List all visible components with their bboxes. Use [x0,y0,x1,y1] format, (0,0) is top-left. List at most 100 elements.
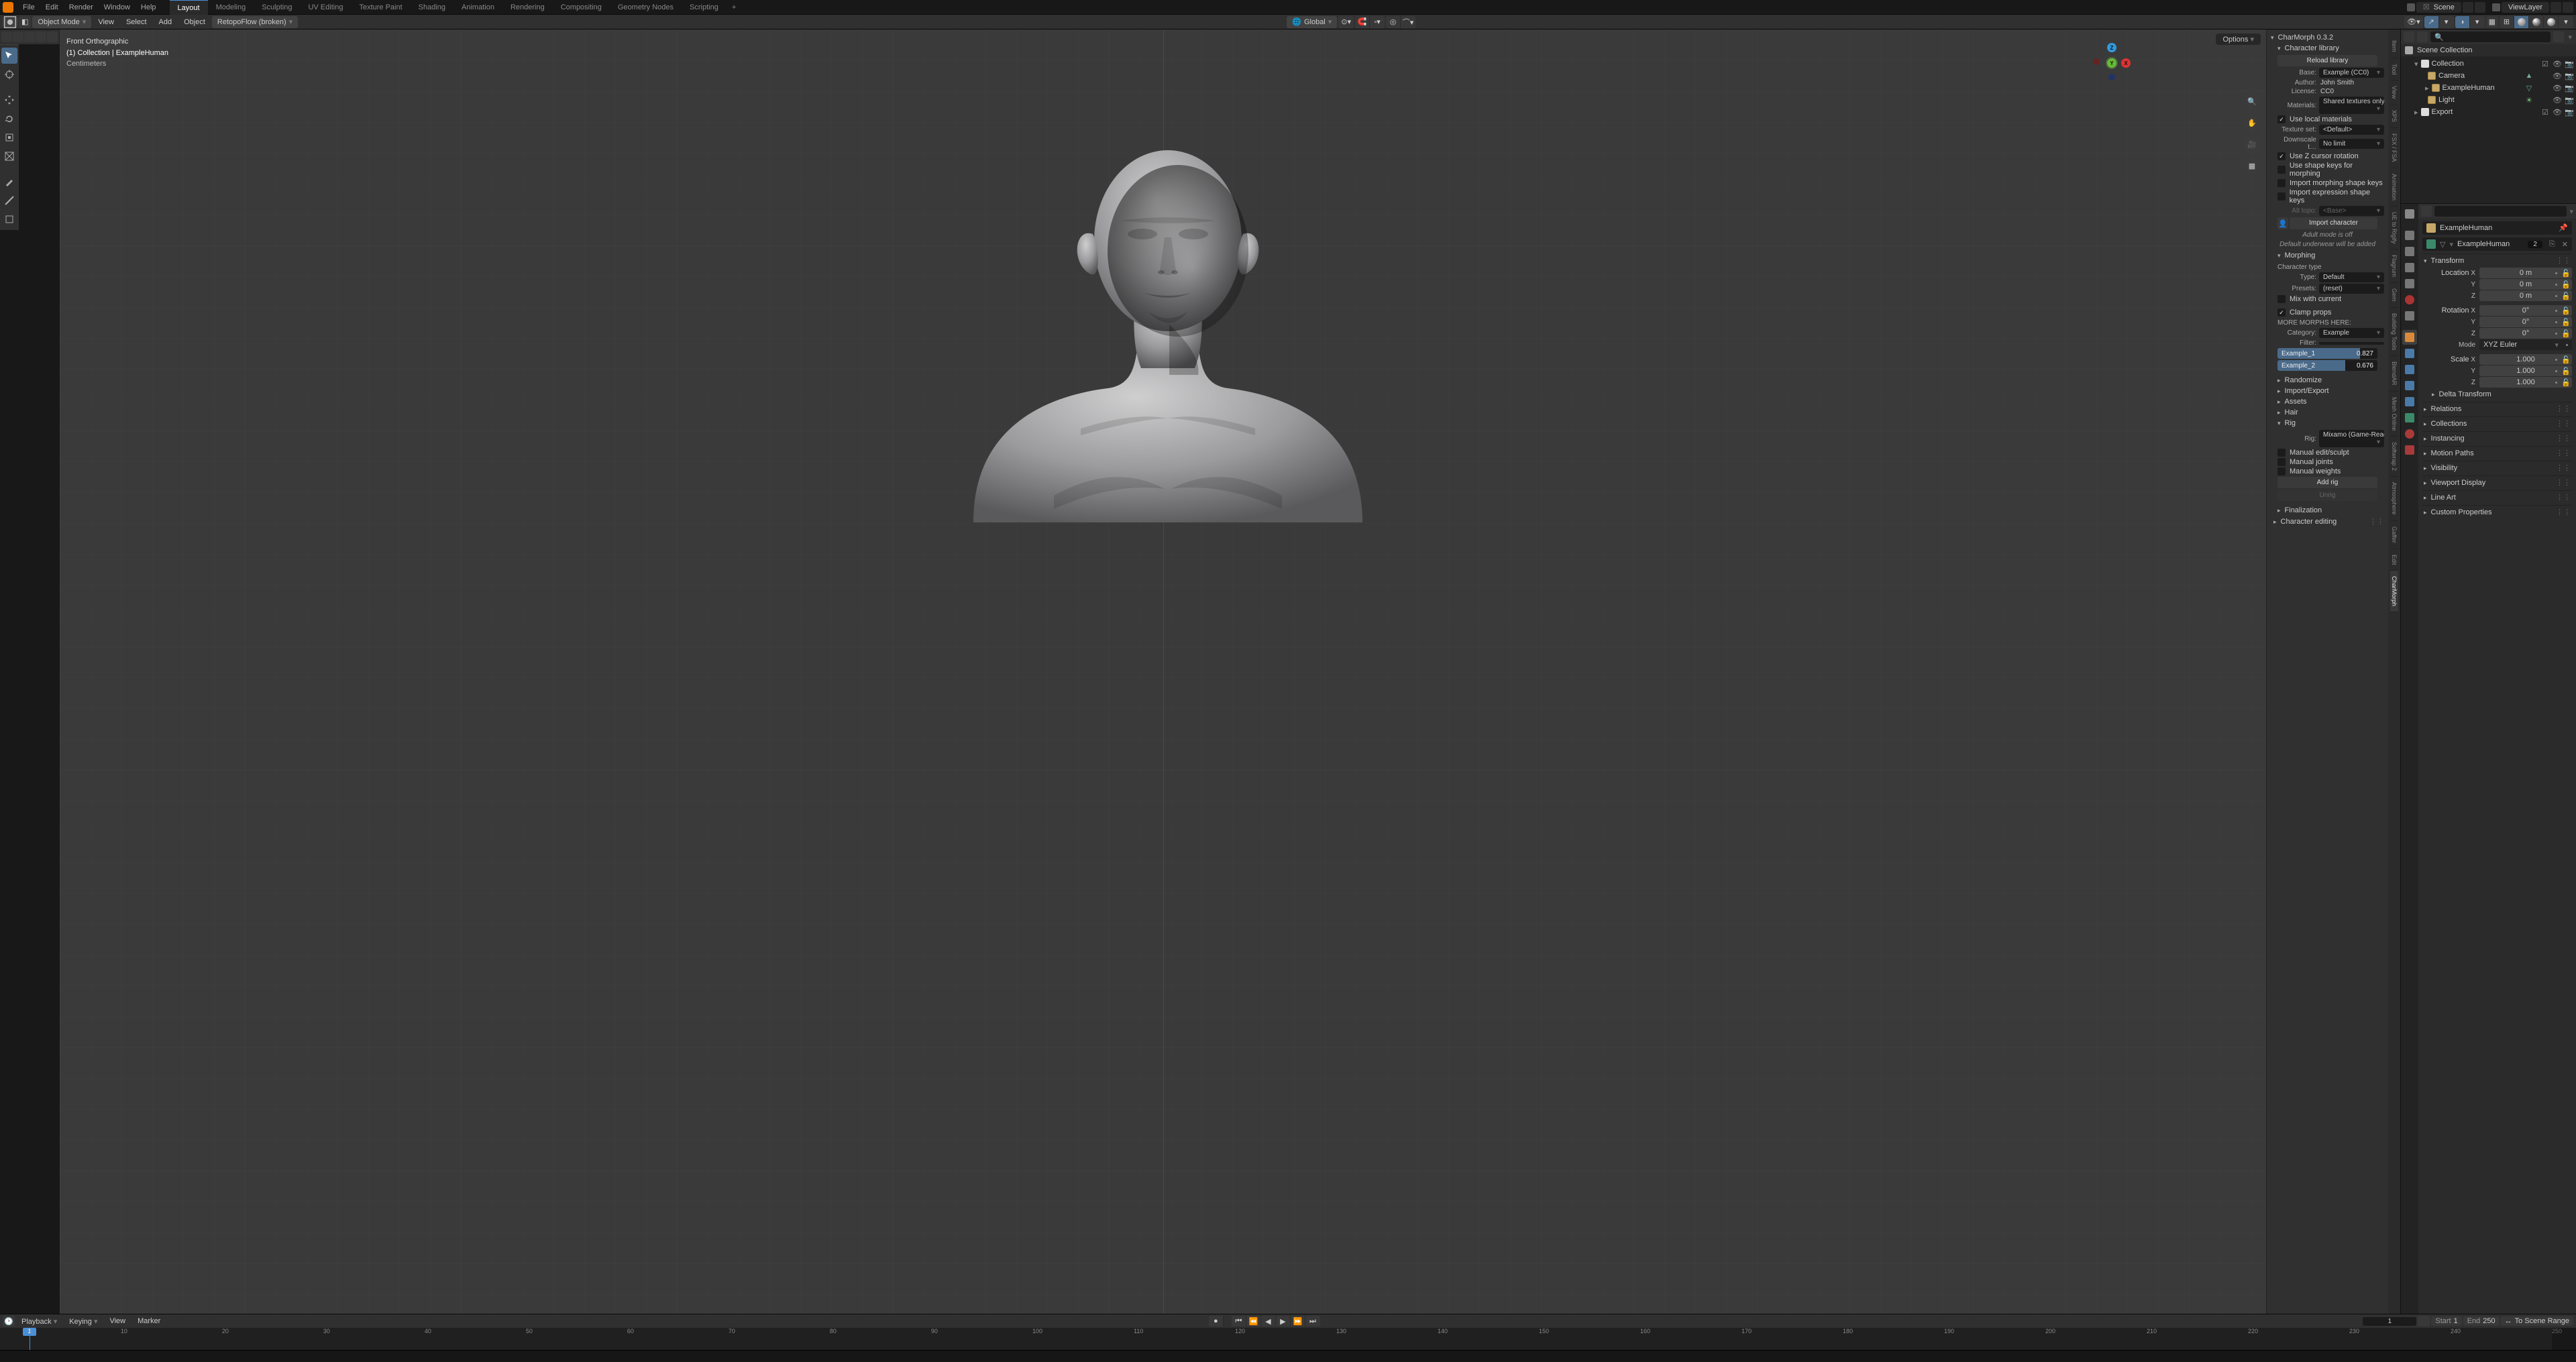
viewport-display-section[interactable]: Viewport Display⋮⋮ [2422,476,2572,489]
collections-section[interactable]: Collections⋮⋮ [2422,417,2572,430]
prop-tab-scene[interactable] [2402,276,2417,291]
prop-tab-data[interactable] [2402,410,2417,425]
object-breadcrumb[interactable]: ExampleHuman📌 [2422,221,2572,235]
annotate-tool[interactable] [1,174,17,190]
prop-tab-particles[interactable] [2402,362,2417,377]
timeline-playback-menu[interactable]: Playback ▾ [16,1317,62,1326]
viewport-options-dropdown[interactable]: Options ▾ [2216,34,2261,45]
custom-properties-section[interactable]: Custom Properties⋮⋮ [2422,506,2572,518]
use-local-materials-check[interactable]: Use local materials [2277,115,2384,123]
charmorph-title[interactable]: CharMorph 0.3.2 [2271,32,2384,43]
loc-x-field[interactable]: 0 m🔓 [2479,268,2572,278]
scale-x-field[interactable]: 1.000🔓 [2479,354,2572,365]
props-search[interactable] [2434,206,2567,217]
prop-tab-texture[interactable] [2402,443,2417,457]
outliner-filter-button[interactable] [2553,32,2564,42]
outliner-search[interactable]: 🔍 [2430,32,2551,42]
presets-dropdown[interactable]: (reset) [2319,284,2384,294]
prop-tab-object[interactable] [2402,330,2417,345]
menu-file[interactable]: File [17,0,40,15]
assets-section[interactable]: Assets [2271,396,2384,407]
rotation-mode-dropdown[interactable]: XYZ Euler▾ [2479,339,2572,350]
outliner-editor-type[interactable] [2404,32,2414,42]
to-scene-range-button[interactable]: ↔To Scene Range [2501,1316,2573,1326]
workspace-geonodes[interactable]: Geometry Nodes [610,0,682,15]
select-menu[interactable]: Select [121,18,152,26]
shading-options[interactable]: ▾ [2559,16,2573,28]
visibility-filter[interactable]: 👁▾ [2404,16,2423,28]
view-menu[interactable]: View [93,18,119,26]
shading-solid-icon[interactable] [2514,16,2529,28]
pin-icon[interactable]: 📌 [2559,223,2568,233]
manual-weights-check[interactable]: Manual weights [2277,467,2384,475]
use-preview-range-toggle[interactable] [2418,1316,2430,1326]
tab-animation[interactable]: Animation [2390,168,2398,207]
shading-matprev-icon[interactable] [2529,16,2544,28]
transform-orientation[interactable]: 🌐Global▾ [1287,16,1337,28]
prop-tab-physics[interactable] [2402,378,2417,393]
hair-section[interactable]: Hair [2271,407,2384,418]
base-dropdown[interactable]: Example (CC0) [2319,68,2384,78]
visibility-section[interactable]: Visibility⋮⋮ [2422,461,2572,474]
morph-slider-1[interactable]: Example_10.827 [2277,348,2377,359]
axis-neg-x-icon[interactable] [2093,58,2100,65]
timeline-view-menu[interactable]: View [104,1317,131,1325]
select-box-tool[interactable] [1,48,17,64]
shading-modes[interactable]: ⊞ ▾ [2500,16,2573,28]
finalization-section[interactable]: Finalization [2271,505,2384,516]
scene-collection-row[interactable]: Scene Collection [2401,44,2576,56]
loc-y-field[interactable]: 0 m🔓 [2479,279,2572,290]
measure-tool[interactable] [1,192,17,209]
jump-first-button[interactable]: ⏮ [1232,1316,1246,1326]
prop-tab-world[interactable] [2402,292,2417,307]
jump-prev-key-button[interactable]: ⏪ [1246,1316,1261,1326]
prop-tab-material[interactable] [2402,427,2417,441]
end-frame-field[interactable]: End250 [2463,1316,2500,1326]
tab-view[interactable]: View [2390,80,2398,105]
outliner-light-row[interactable]: Light☀👁📷 [2404,94,2573,106]
jump-last-button[interactable]: ⏭ [1305,1316,1320,1326]
use-shapekeys-check[interactable]: Use shape keys for morphing [2277,162,2384,178]
transform-tool[interactable] [1,148,17,164]
outliner-examplehuman-row[interactable]: ▸ExampleHuman▽👁📷 [2404,82,2573,94]
move-tool[interactable] [1,92,17,108]
add-rig-button[interactable]: Add rig [2277,477,2377,488]
shading-rendered-icon[interactable] [2544,16,2559,28]
rig-dropdown[interactable]: Mixamo (Game-Ready) [2319,430,2384,447]
prop-tab-modifier[interactable] [2402,346,2417,361]
pan-icon[interactable]: ✋ [2243,114,2261,131]
workspace-compositing[interactable]: Compositing [553,0,610,15]
scale-y-field[interactable]: 1.000🔓 [2479,365,2572,376]
zoom-icon[interactable]: 🔍 [2243,93,2261,110]
workspace-shading[interactable]: Shading [411,0,453,15]
workspace-scripting[interactable]: Scripting [682,0,727,15]
workspace-layout[interactable]: Layout [170,0,208,15]
viewlayer-browse-icon[interactable] [2492,3,2500,11]
prop-tab-render[interactable] [2402,228,2417,243]
prop-tab-constraints[interactable] [2402,394,2417,409]
nav-gizmo[interactable]: Z Y X [2092,43,2132,83]
manual-edit-check[interactable]: Manual edit/sculpt [2277,449,2384,457]
add-cube-tool[interactable] [1,211,17,227]
rot-x-field[interactable]: 0°🔓 [2479,305,2572,316]
instancing-section[interactable]: Instancing⋮⋮ [2422,432,2572,445]
props-editor-type[interactable] [2421,206,2432,217]
mesh-unlink-icon[interactable]: ✕ [2562,240,2568,249]
loc-z-field[interactable]: 0 m🔓 [2479,290,2572,301]
relations-section[interactable]: Relations⋮⋮ [2422,402,2572,415]
play-button[interactable]: ▶ [1276,1316,1291,1326]
auto-keying-toggle[interactable]: ● [1209,1316,1224,1326]
show-gizmo[interactable]: ↗▾ [2424,16,2454,28]
mesh-new-icon[interactable]: ⎘ [2546,240,2558,249]
retopoflow-dropdown[interactable]: RetopoFlow (broken)▾ [212,16,298,28]
current-frame-field[interactable]: 1 [2363,1317,2416,1326]
tab-charmorph[interactable]: CharMorph [2390,571,2398,612]
cursor-tool[interactable] [1,66,17,82]
import-export-section[interactable]: Import/Export [2271,386,2384,396]
selmode-1[interactable] [1,32,12,42]
object-mode-dropdown[interactable]: Object Mode▾ [32,16,91,28]
menu-window[interactable]: Window [99,0,136,15]
viewlayer-selector[interactable]: ViewLayer [2502,2,2549,13]
scene-browse-icon[interactable] [2407,3,2415,11]
manual-joints-check[interactable]: Manual joints [2277,458,2384,466]
